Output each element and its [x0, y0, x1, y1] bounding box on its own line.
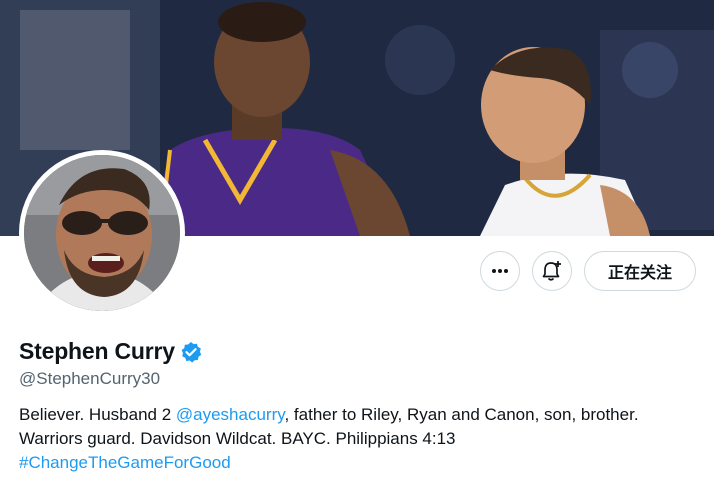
mention-link[interactable]: @ayeshacurry — [176, 405, 285, 424]
following-button[interactable]: 正在关注 — [584, 251, 696, 291]
profile-avatar[interactable] — [19, 150, 185, 316]
more-horizontal-icon — [492, 269, 508, 273]
avatar-photo — [24, 155, 180, 311]
bell-plus-icon — [542, 261, 561, 281]
notifications-button[interactable] — [532, 251, 572, 291]
bio-line-1: Believer. Husband 2 @ayeshacurry, father… — [19, 403, 699, 427]
bio-line-2: Warriors guard. Davidson Wildcat. BAYC. … — [19, 429, 456, 448]
bio-text: Believer. Husband 2 — [19, 405, 176, 424]
verified-badge-icon[interactable] — [180, 341, 202, 363]
profile-bio: Believer. Husband 2 @ayeshacurry, father… — [19, 403, 699, 475]
user-handle: @StephenCurry30 — [19, 369, 161, 388]
hashtag-link[interactable]: #ChangeTheGameForGood — [19, 453, 231, 472]
name-row: Stephen Curry — [19, 338, 202, 365]
display-name: Stephen Curry — [19, 338, 175, 364]
more-button[interactable] — [480, 251, 520, 291]
bio-text: , father to Riley, Ryan and Canon, son, … — [284, 405, 639, 424]
